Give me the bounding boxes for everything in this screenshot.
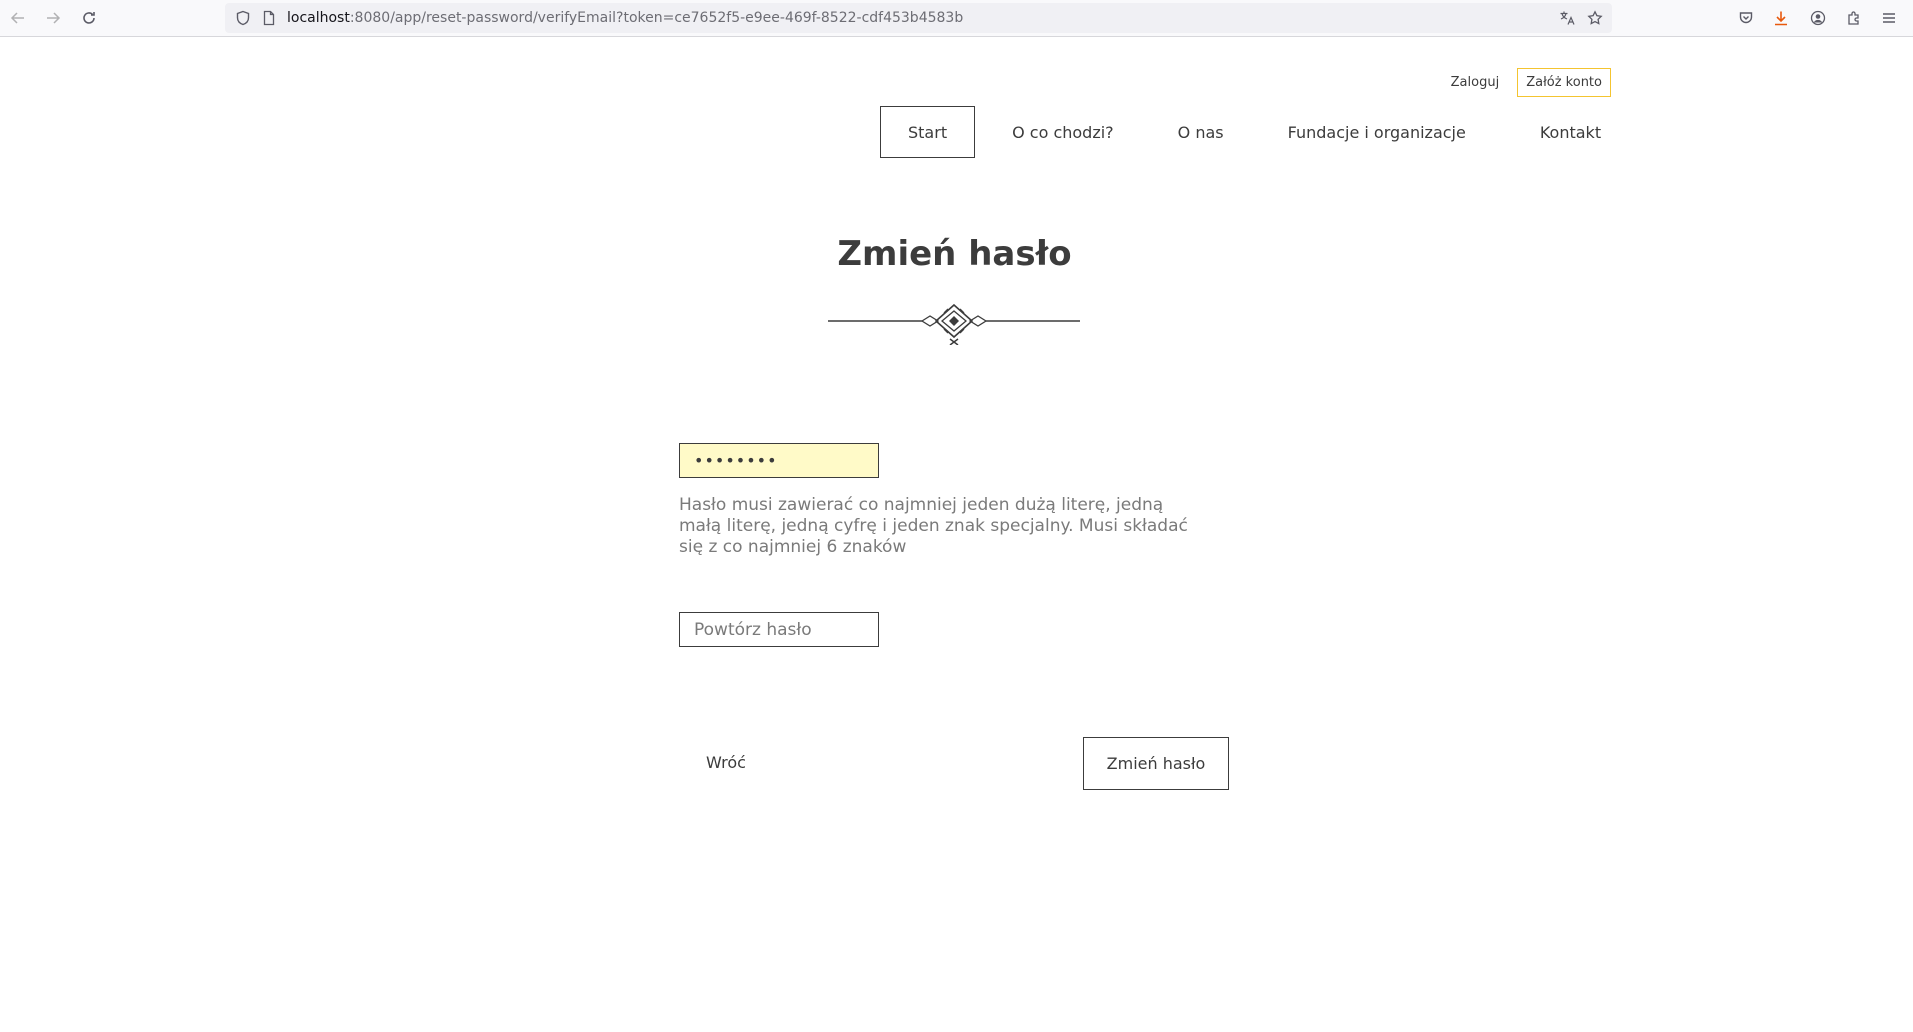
url-host: localhost bbox=[287, 10, 350, 26]
back-arrow-icon[interactable] bbox=[6, 6, 30, 30]
url-text[interactable]: localhost:8080/app/reset-password/verify… bbox=[287, 10, 963, 26]
reload-icon[interactable] bbox=[77, 6, 101, 30]
extensions-icon[interactable] bbox=[1842, 6, 1866, 30]
nav-item-foundations[interactable]: Fundacje i organizacje bbox=[1261, 106, 1493, 158]
pocket-icon[interactable] bbox=[1734, 6, 1758, 30]
ornament-divider-icon bbox=[828, 303, 1080, 345]
nav-item-about-project[interactable]: O co chodzi? bbox=[985, 106, 1141, 158]
back-link[interactable]: Wróć bbox=[706, 753, 746, 772]
url-bar[interactable]: localhost:8080/app/reset-password/verify… bbox=[225, 3, 1612, 33]
forward-arrow-icon[interactable] bbox=[41, 6, 65, 30]
account-icon[interactable] bbox=[1806, 6, 1830, 30]
nav-item-start[interactable]: Start bbox=[880, 106, 976, 158]
menu-icon[interactable] bbox=[1877, 6, 1901, 30]
change-password-button[interactable]: Zmień hasło bbox=[1083, 737, 1229, 790]
page-title: Zmień hasło bbox=[837, 234, 1072, 274]
translate-icon[interactable] bbox=[1555, 6, 1579, 30]
account-links: Zaloguj Załóż konto bbox=[1451, 68, 1611, 97]
register-button[interactable]: Załóż konto bbox=[1517, 68, 1611, 97]
password-field[interactable] bbox=[679, 443, 879, 478]
shield-icon[interactable] bbox=[231, 6, 255, 30]
browser-toolbar: localhost:8080/app/reset-password/verify… bbox=[0, 0, 1913, 37]
login-link[interactable]: Zaloguj bbox=[1451, 75, 1500, 90]
nav-item-about-us[interactable]: O nas bbox=[1151, 106, 1251, 158]
repeat-password-field[interactable] bbox=[679, 612, 879, 647]
nav-item-contact[interactable]: Kontakt bbox=[1513, 106, 1628, 158]
password-requirements-hint: Hasło musi zawierać co najmniej jeden du… bbox=[679, 495, 1188, 557]
download-icon[interactable] bbox=[1769, 6, 1793, 30]
bookmark-star-icon[interactable] bbox=[1583, 6, 1607, 30]
main-nav: Start O co chodzi? O nas Fundacje i orga… bbox=[880, 106, 1628, 158]
page-icon bbox=[257, 6, 281, 30]
url-path: :8080/app/reset-password/verifyEmail?tok… bbox=[349, 10, 964, 26]
